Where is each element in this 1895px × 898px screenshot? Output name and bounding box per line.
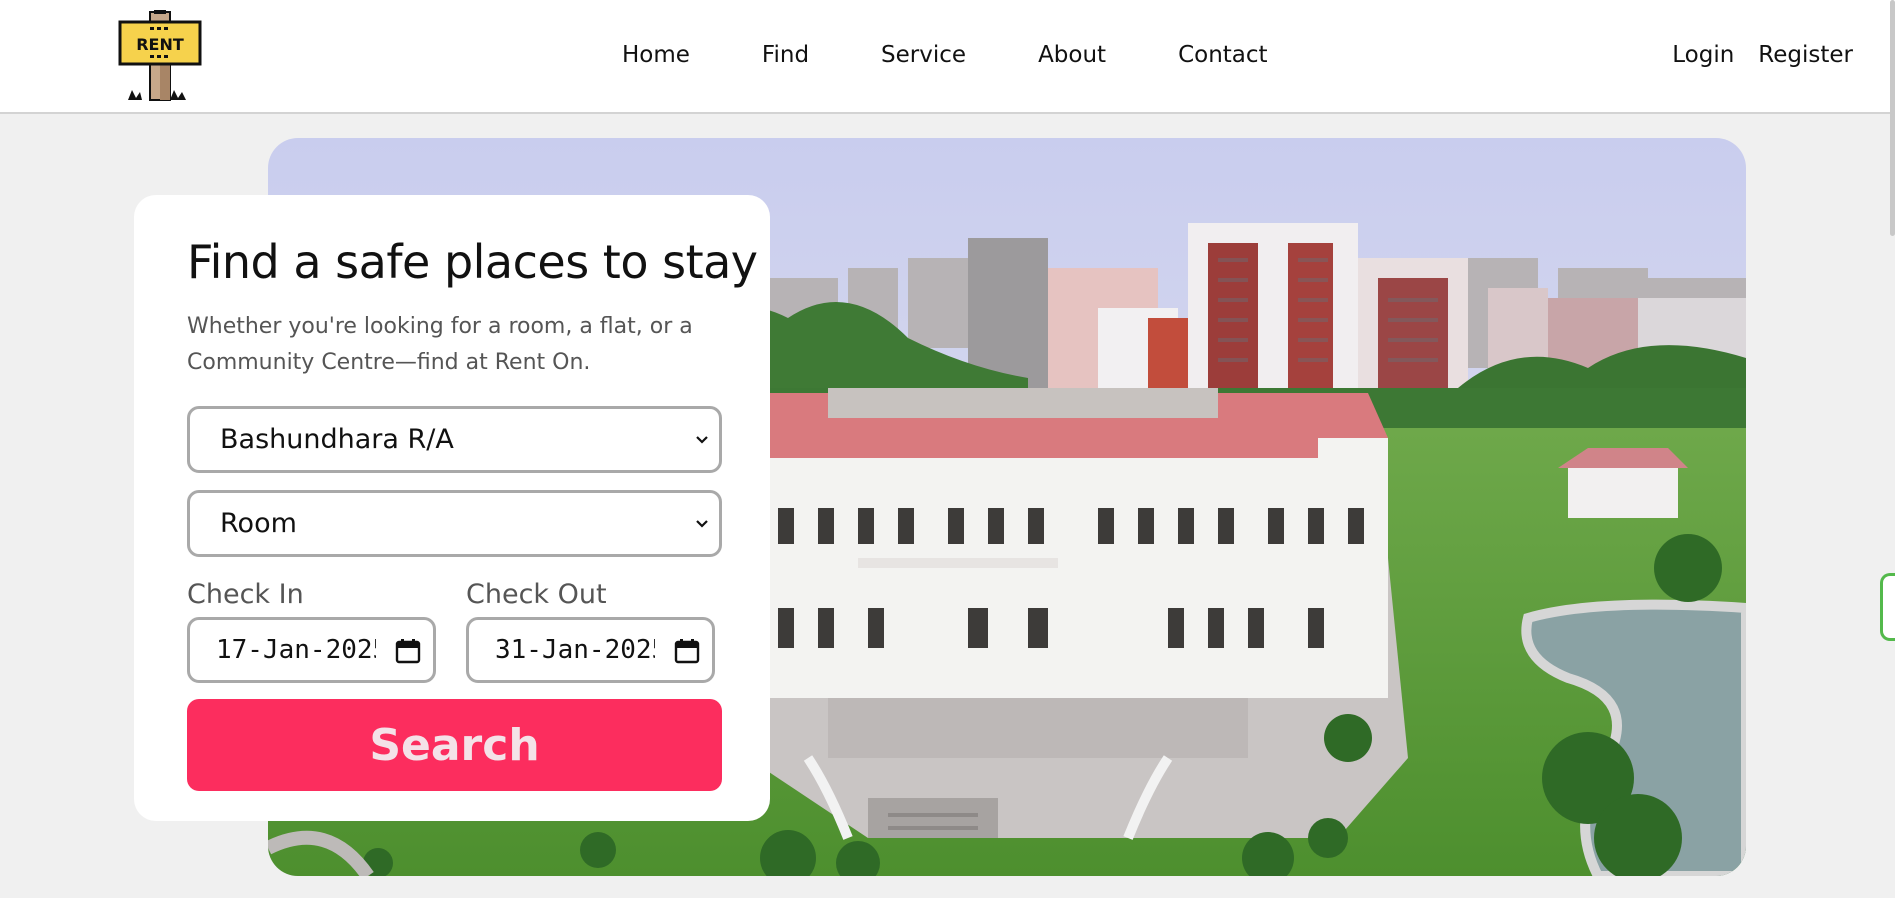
check-out-value: 31-Jan-2025: [495, 635, 655, 665]
type-select[interactable]: Room: [187, 490, 722, 557]
check-in-group: Check In 17-Jan-2025: [187, 579, 436, 683]
date-row: Check In 17-Jan-2025 Check Out 31-Jan-20…: [187, 579, 722, 683]
nav-about[interactable]: About: [1038, 42, 1106, 68]
location-select-value: Bashundhara R/A: [220, 424, 454, 455]
check-out-input[interactable]: 31-Jan-2025: [466, 617, 715, 683]
check-in-label: Check In: [187, 579, 304, 610]
calendar-icon[interactable]: [674, 638, 700, 664]
search-card: Find a safe places to stay Whether you'r…: [134, 195, 770, 821]
site-header: RENT Home Find Service About Contact Log…: [0, 0, 1895, 114]
search-button[interactable]: Search: [187, 699, 722, 791]
rent-logo[interactable]: RENT: [118, 10, 202, 102]
calendar-icon[interactable]: [395, 638, 421, 664]
nav-contact[interactable]: Contact: [1178, 42, 1267, 68]
login-link[interactable]: Login: [1672, 42, 1734, 68]
register-link[interactable]: Register: [1758, 42, 1853, 68]
check-out-label: Check Out: [466, 579, 607, 610]
check-in-value: 17-Jan-2025: [216, 635, 376, 665]
type-select-value: Room: [220, 508, 297, 539]
scrollbar-thumb[interactable]: [1890, 0, 1895, 236]
auth-links: Login Register: [1672, 42, 1853, 68]
main-nav: Home Find Service About Contact: [622, 42, 1268, 68]
card-subtitle: Whether you're looking for a room, a fla…: [187, 314, 693, 375]
nav-find[interactable]: Find: [762, 42, 809, 68]
logo-text: RENT: [136, 35, 184, 54]
floating-side-widget[interactable]: [1880, 573, 1895, 641]
chevron-down-icon: [696, 520, 708, 528]
check-out-group: Check Out 31-Jan-2025: [466, 579, 715, 683]
nav-service[interactable]: Service: [881, 42, 966, 68]
card-title: Find a safe places to stay: [187, 235, 758, 289]
nav-home[interactable]: Home: [622, 42, 690, 68]
chevron-down-icon: [696, 436, 708, 444]
rent-signpost-logo-icon: RENT: [118, 10, 202, 101]
location-select[interactable]: Bashundhara R/A: [187, 406, 722, 473]
check-in-input[interactable]: 17-Jan-2025: [187, 617, 436, 683]
